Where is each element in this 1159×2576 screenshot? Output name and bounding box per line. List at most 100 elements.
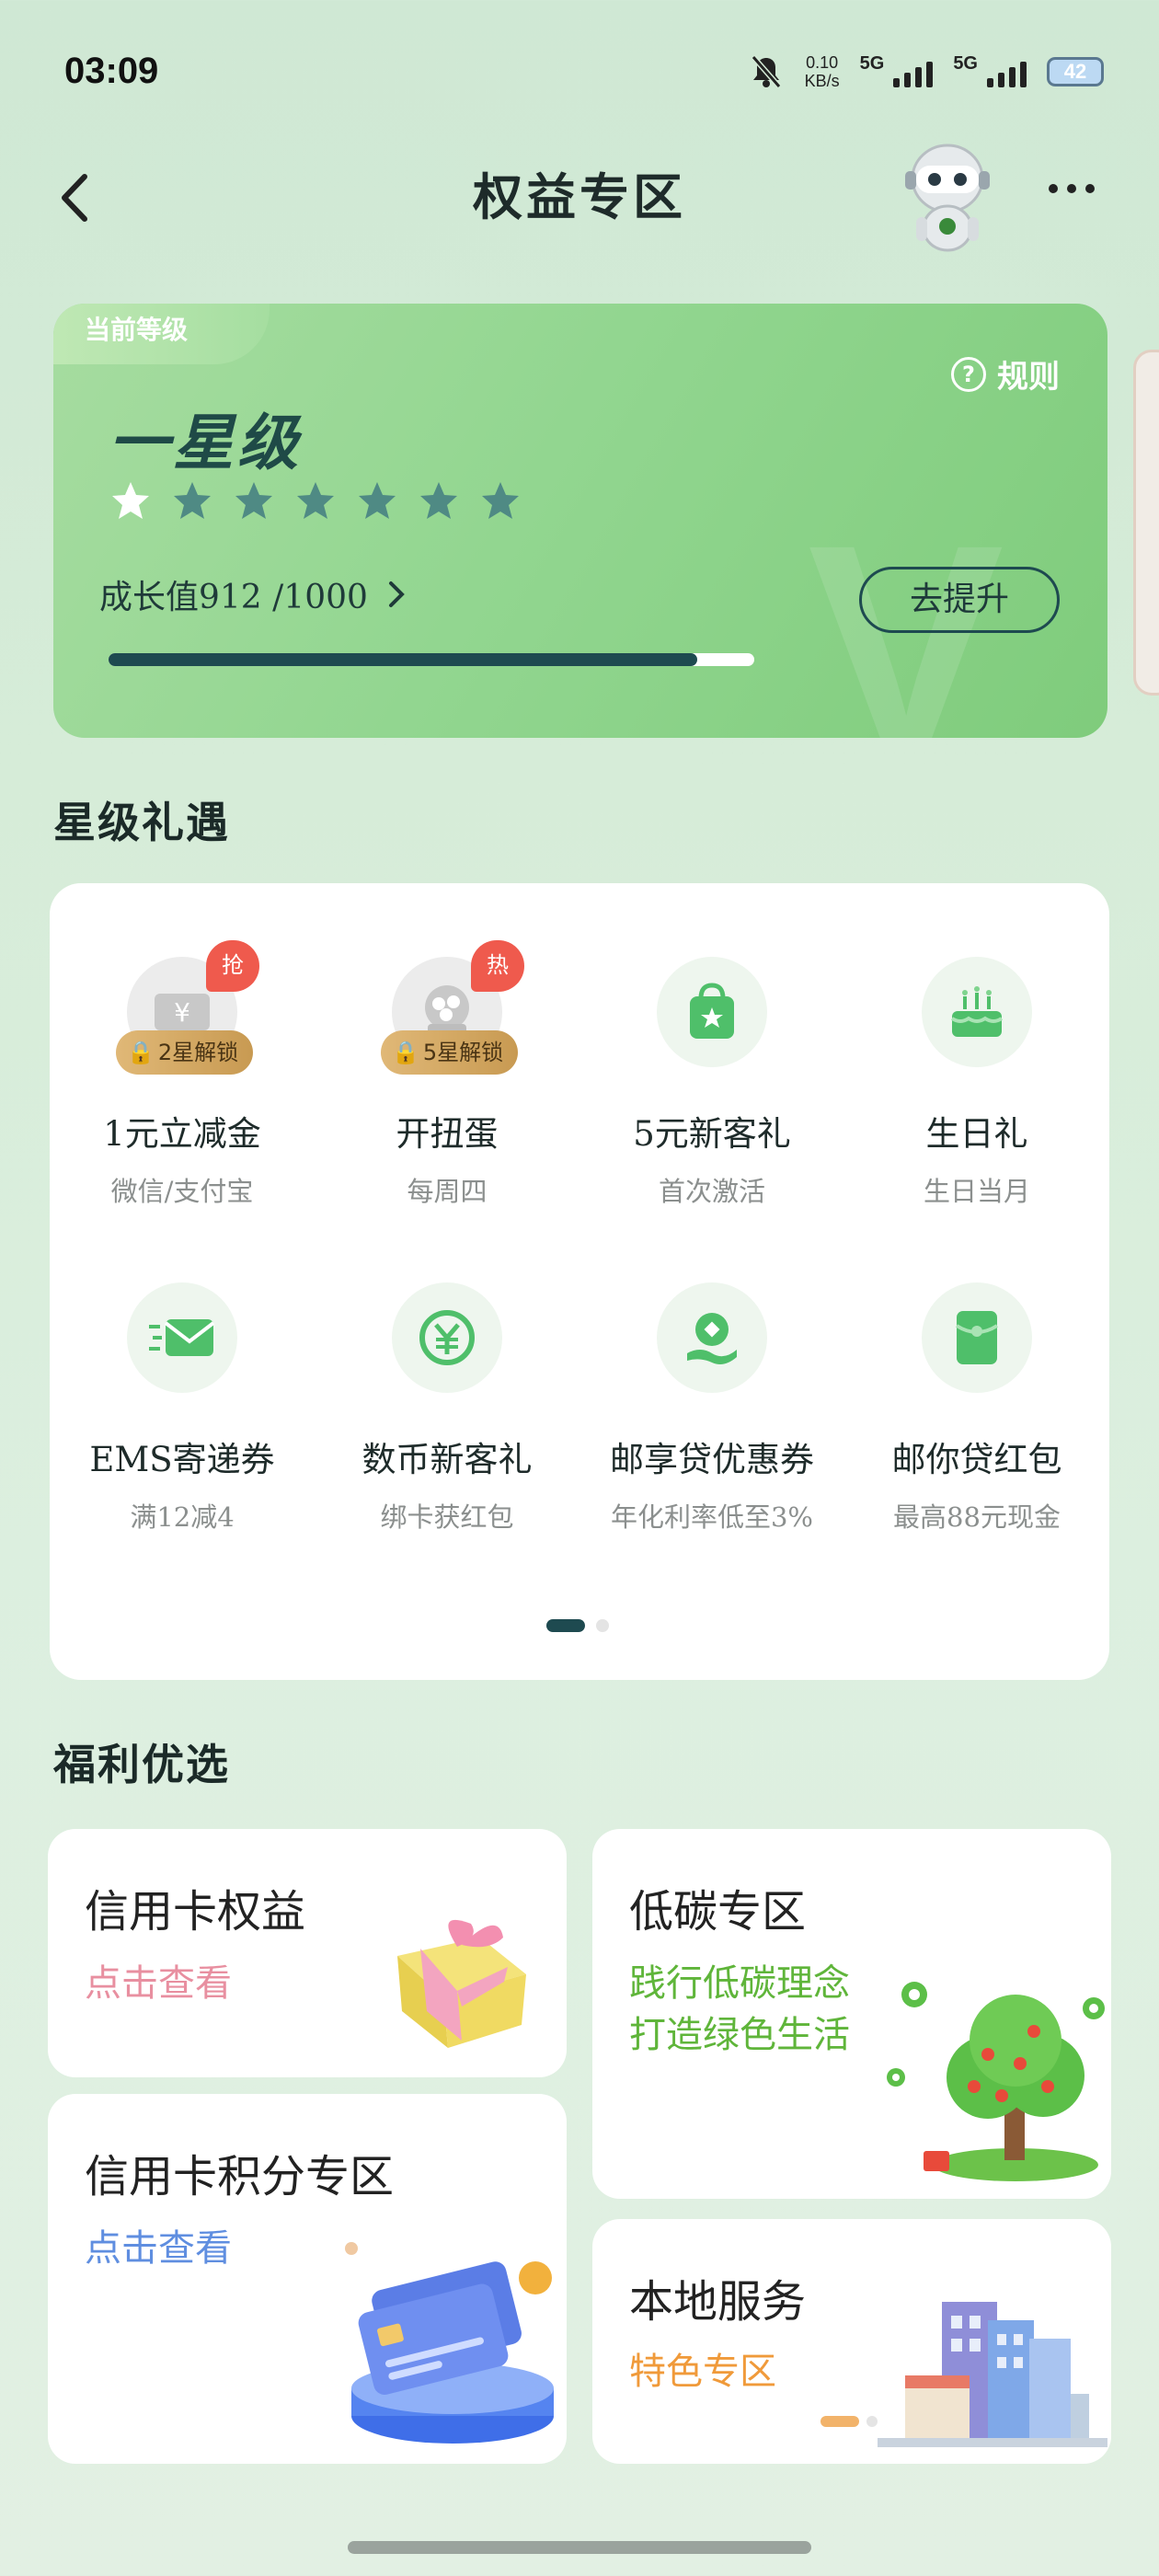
perk-name: 5元新客礼 <box>633 1114 791 1154</box>
bell-muted-icon <box>751 55 781 88</box>
page-dot <box>866 2416 878 2427</box>
perk-item[interactable]: 5元新客礼 首次激活 <box>580 957 844 1209</box>
sim1-network-type: 5G <box>859 53 885 74</box>
shopping-bag-icon <box>657 957 767 1067</box>
signal-strength-icon <box>893 56 934 87</box>
perk-sub: 首次激活 <box>658 1176 765 1207</box>
yen-coin-icon: ¥ 抢 🔒 2星解锁 <box>116 940 259 1075</box>
perk-name: 1元立减金 <box>103 1114 261 1154</box>
network-speed-value: 0.10 <box>806 53 839 72</box>
svg-text:¥: ¥ <box>174 997 190 1028</box>
tile-link: 点击查看 <box>85 2227 232 2270</box>
lock-icon: 🔒 <box>392 1040 419 1065</box>
perk-name: EMS寄递券 <box>89 1440 275 1479</box>
status-time: 03:09 <box>64 51 159 91</box>
digital-yuan-icon <box>392 1282 502 1393</box>
current-level-tag: 当前等级 <box>53 304 270 364</box>
credit-card-icon <box>345 2242 554 2444</box>
tile-title: 本地服务 <box>629 2276 807 2328</box>
rules-button[interactable]: ? 规则 <box>951 351 1060 397</box>
growth-progress-fill <box>109 653 698 666</box>
red-packet-icon <box>922 1282 1032 1393</box>
battery-icon: 42 <box>1047 57 1104 86</box>
perk-sub: 最高88元现金 <box>893 1501 1061 1533</box>
perk-sub: 满12减4 <box>130 1501 235 1533</box>
star-empty-icon <box>420 482 457 519</box>
gacha-icon: 热 🔒 5星解锁 <box>381 940 524 1075</box>
status-bar-icons: 0.10 KB/s 5G 5G 42 <box>748 53 1104 90</box>
tile-title: 低碳专区 <box>629 1886 807 1938</box>
perk-item[interactable]: 数币新客礼 绑卡获红包 <box>315 1282 580 1535</box>
star-perks-title: 星级礼遇 <box>53 798 230 847</box>
perk-sub: 每周四 <box>407 1176 488 1207</box>
gift-box-icon <box>397 1919 526 2048</box>
buildings-icon <box>878 2302 1107 2447</box>
chevron-right-icon <box>388 581 405 607</box>
page-dot <box>596 1619 609 1632</box>
page-dot-active <box>820 2416 859 2427</box>
next-card-peek[interactable] <box>1133 350 1159 696</box>
perk-item[interactable]: 热 🔒 5星解锁 开扭蛋 每周四 <box>315 940 580 1209</box>
question-mark-icon: ? <box>951 356 986 392</box>
perk-lock-label: 5星解锁 <box>422 1040 504 1065</box>
tree-icon <box>887 1982 1105 2181</box>
network-speed: 0.10 KB/s <box>805 53 840 90</box>
tile-title: 信用卡权益 <box>85 1886 306 1938</box>
battery-level: 42 <box>1063 60 1087 83</box>
perk-item[interactable]: ¥ 抢 🔒 2星解锁 1元立减金 微信/支付宝 <box>50 940 315 1209</box>
robot-assistant-icon[interactable] <box>901 140 993 255</box>
home-indicator[interactable] <box>348 2541 811 2554</box>
perk-name: 邮你贷红包 <box>891 1440 1062 1479</box>
birthday-cake-icon <box>922 957 1032 1067</box>
perk-item[interactable]: 生日礼 生日当月 <box>844 957 1109 1209</box>
star-empty-icon <box>359 482 396 519</box>
perk-sub: 生日当月 <box>923 1176 1030 1207</box>
page-dot-active <box>546 1619 585 1632</box>
loan-hand-icon <box>657 1282 767 1393</box>
lock-icon: 🔒 <box>127 1040 155 1065</box>
growth-value-link[interactable]: 成长值912 /1000 <box>99 570 407 618</box>
local-services-tile[interactable]: 本地服务 特色专区 <box>592 2219 1111 2464</box>
perk-item[interactable]: 邮你贷红包 最高88元现金 <box>844 1282 1109 1535</box>
star-filled-icon <box>112 482 149 519</box>
tile-link: 特色专区 <box>629 2351 776 2393</box>
sim2-network-type: 5G <box>953 53 978 74</box>
tile-sub-line1: 践行低碳理念 <box>629 1962 850 2005</box>
level-card: V 当前等级 ? 规则 一星级 成长值912 /1000 去提升 <box>53 304 1107 738</box>
perk-lock-label: 2星解锁 <box>157 1040 239 1065</box>
perk-sub: 年化利率低至3% <box>610 1501 813 1533</box>
rules-label: 规则 <box>997 359 1060 396</box>
star-empty-icon <box>482 482 519 519</box>
perk-badge: 热 <box>471 940 524 992</box>
low-carbon-tile[interactable]: 低碳专区 践行低碳理念 打造绿色生活 <box>592 1829 1111 2199</box>
perk-name: 生日礼 <box>925 1114 1028 1154</box>
growth-progress-bar <box>109 653 754 666</box>
perk-name: 开扭蛋 <box>396 1114 499 1154</box>
perk-sub: 微信/支付宝 <box>110 1176 254 1207</box>
tile-title: 信用卡积分专区 <box>85 2151 395 2202</box>
network-speed-unit: KB/s <box>804 72 840 90</box>
star-empty-icon <box>174 482 211 519</box>
tile-sub-line2: 打造绿色生活 <box>629 2014 850 2056</box>
perk-name: 邮享贷优惠券 <box>610 1440 814 1479</box>
perk-badge: 抢 <box>206 940 259 992</box>
upgrade-button[interactable]: 去提升 <box>859 567 1060 633</box>
perk-name: 数币新客礼 <box>361 1440 533 1479</box>
perk-lock-tag: 🔒 5星解锁 <box>381 1030 519 1075</box>
level-name: 一星级 <box>109 407 302 478</box>
tile-page-indicator <box>820 2416 878 2427</box>
mail-envelope-icon <box>127 1282 237 1393</box>
perk-item[interactable]: EMS寄递券 满12减4 <box>50 1282 315 1535</box>
credit-card-points-tile[interactable]: 信用卡积分专区 点击查看 <box>48 2094 567 2464</box>
welfare-title: 福利优选 <box>53 1740 230 1789</box>
perk-item[interactable]: 邮享贷优惠券 年化利率低至3% <box>580 1282 844 1535</box>
carousel-page-indicator <box>546 1619 609 1632</box>
star-empty-icon <box>297 482 334 519</box>
star-perks-card: ¥ 抢 🔒 2星解锁 1元立减金 微信/支付宝 热 🔒 5星解锁 开扭蛋 每周四 5… <box>50 883 1109 1680</box>
credit-card-benefits-tile[interactable]: 信用卡权益 点击查看 <box>48 1829 567 2077</box>
growth-value-label: 成长值912 /1000 <box>99 579 368 616</box>
signal-strength-icon-2 <box>987 56 1027 87</box>
star-empty-icon <box>235 482 272 519</box>
more-options-icon[interactable] <box>1049 184 1095 193</box>
tile-link: 点击查看 <box>85 1962 232 2005</box>
